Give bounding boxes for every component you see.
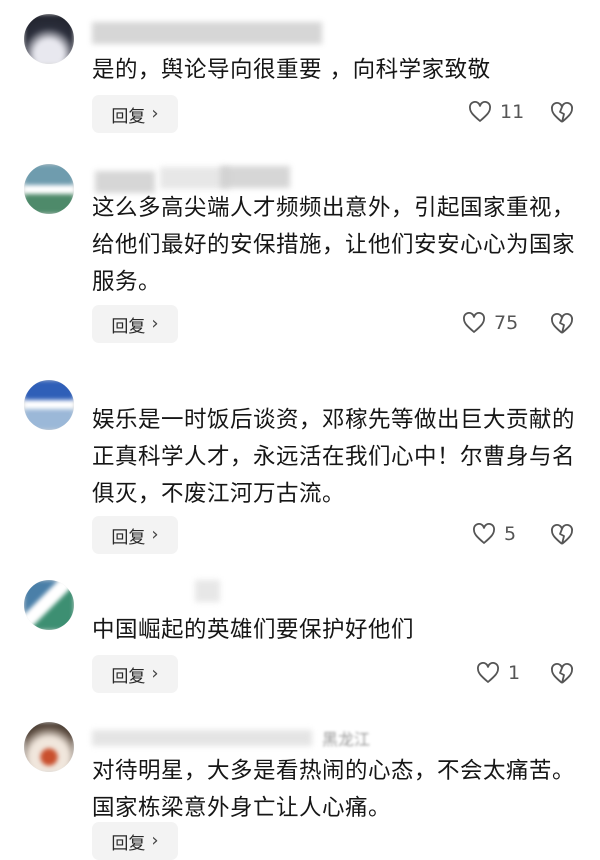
author-name-blurred bbox=[220, 166, 290, 188]
comment-text: 对待明星，大多是看热闹的心态，不会太痛苦。国家栋梁意外身亡让人心痛。 bbox=[92, 758, 576, 821]
reply-button[interactable]: 回复 › bbox=[92, 516, 178, 554]
heart-outline-icon bbox=[469, 101, 491, 122]
author-name-blurred bbox=[92, 22, 322, 44]
like-button[interactable]: 5 bbox=[472, 523, 516, 545]
author-location: 黑龙江 bbox=[322, 730, 371, 749]
comment-text: 娱乐是一时饭后谈资，邓稼先等做出巨大贡献的正真科学人才，永远活在我们心中！尔曹身… bbox=[92, 407, 576, 507]
heart-outline-icon bbox=[473, 523, 495, 544]
broken-heart-icon[interactable] bbox=[549, 312, 575, 336]
like-count: 11 bbox=[500, 101, 525, 123]
avatar[interactable] bbox=[24, 164, 74, 214]
like-count: 5 bbox=[504, 523, 517, 545]
avatar[interactable] bbox=[24, 722, 74, 772]
reply-label: 回复 bbox=[111, 106, 146, 127]
chevron-right-icon: › bbox=[151, 103, 159, 124]
reply-button[interactable]: 回复 › bbox=[92, 95, 178, 133]
reply-label: 回复 bbox=[111, 833, 146, 854]
reply-button[interactable]: 回复 › bbox=[92, 655, 178, 693]
like-button[interactable]: 75 bbox=[462, 312, 518, 334]
reply-label: 回复 bbox=[111, 316, 146, 337]
comment-text: 是的，舆论导向很重要 ，向科学家致敬 bbox=[92, 57, 491, 83]
heart-outline-icon bbox=[477, 662, 499, 683]
comment-text: 中国崛起的英雄们要保护好他们 bbox=[92, 617, 415, 643]
broken-heart-icon[interactable] bbox=[549, 101, 575, 125]
chevron-right-icon: › bbox=[151, 524, 159, 545]
like-button[interactable]: 1 bbox=[476, 662, 520, 684]
reply-label: 回复 bbox=[111, 527, 146, 548]
reply-button[interactable]: 回复 › bbox=[92, 305, 178, 343]
chevron-right-icon: › bbox=[151, 313, 159, 334]
avatar[interactable] bbox=[24, 580, 74, 630]
avatar[interactable] bbox=[24, 14, 74, 64]
author-name-blurred bbox=[195, 580, 220, 602]
reply-button[interactable]: 回复 › bbox=[92, 822, 178, 860]
chevron-right-icon: › bbox=[151, 830, 159, 851]
like-count: 75 bbox=[494, 312, 519, 334]
reply-label: 回复 bbox=[111, 666, 146, 687]
like-count: 1 bbox=[508, 662, 521, 684]
avatar[interactable] bbox=[24, 380, 74, 430]
comment-text: 这么多高尖端人才频频出意外，引起国家重视，给他们最好的安保措施，让他们安安心心为… bbox=[92, 195, 576, 295]
heart-outline-icon bbox=[463, 312, 485, 333]
like-button[interactable]: 11 bbox=[468, 101, 524, 123]
author-name-blurred bbox=[92, 730, 312, 746]
broken-heart-icon[interactable] bbox=[549, 662, 575, 686]
chevron-right-icon: › bbox=[151, 663, 159, 684]
broken-heart-icon[interactable] bbox=[549, 523, 575, 547]
